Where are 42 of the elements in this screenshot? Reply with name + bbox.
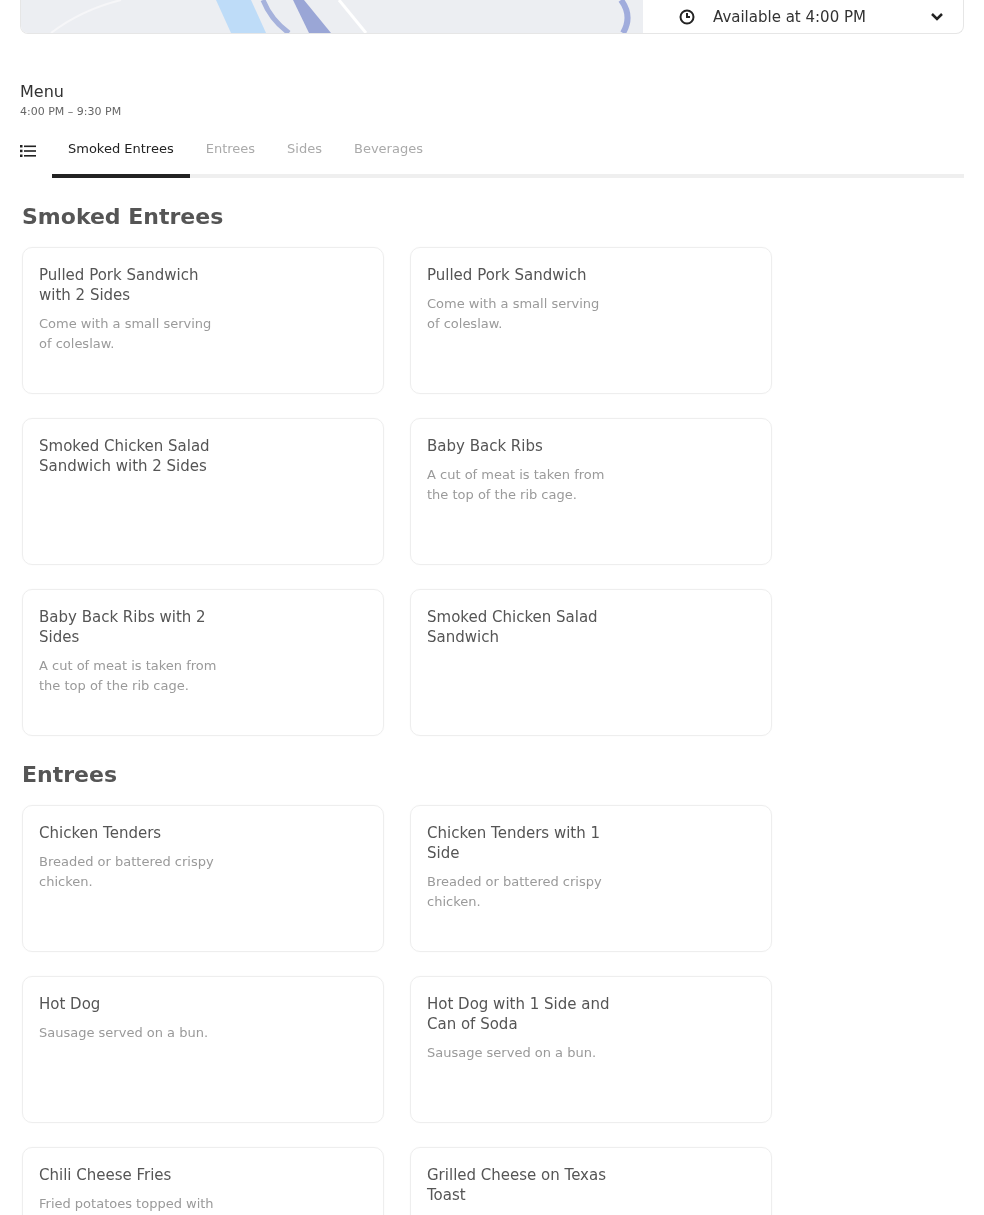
chevron-down-icon[interactable] [931, 12, 943, 21]
item-description: Breaded or battered crispy chicken. [427, 873, 603, 911]
item-name: Hot Dog [39, 994, 102, 1014]
item-description: Fried potatoes topped with [39, 1195, 215, 1213]
availability-text[interactable]: Available at 4:00 PM [713, 7, 913, 26]
menu-item-card[interactable]: Baby Back Ribs A cut of meat is taken from the top of the rib cage. [410, 418, 772, 565]
section-heading: Entrees [22, 762, 118, 787]
item-name: Chicken Tenders [39, 823, 163, 843]
menu-item-card[interactable]: Chicken Tenders with 1 Side Breaded or battered crispy chicken. [410, 805, 772, 952]
item-description: Come with a small serving of coleslaw. [39, 315, 213, 353]
item-description: A cut of meat is taken from the top of the rib cage. [39, 657, 218, 695]
menu-item-card[interactable]: Hot Dog with 1 Side and Can of Soda Sausage served on a bun. [410, 976, 772, 1123]
list-icon[interactable] [20, 145, 36, 157]
menu-item-card[interactable]: Pulled Pork Sandwich with 2 Sides Come with a small serving of coleslaw. [22, 247, 384, 394]
menu-item-card[interactable]: Baby Back Ribs with 2 Sides A cut of meat is taken from the top of the rib cage. [22, 589, 384, 736]
item-description: Breaded or battered crispy chicken. [39, 853, 215, 891]
item-name: Chicken Tenders with 1 Side [427, 823, 602, 863]
item-name: Grilled Cheese on Texas Toast [427, 1165, 607, 1205]
menu-item-card[interactable]: Smoked Chicken Salad Sandwich [410, 589, 772, 736]
item-description: Sausage served on a bun. [39, 1024, 210, 1042]
item-name: Smoked Chicken Salad Sandwich [427, 607, 599, 647]
item-description: Come with a small serving of coleslaw. [427, 295, 601, 333]
item-name: Smoked Chicken Salad Sandwich with 2 Sides [39, 436, 211, 476]
item-description: Sausage served on a bun. [427, 1044, 598, 1062]
item-name: Pulled Pork Sandwich with 2 Sides [39, 265, 200, 305]
menu-hours: 4:00 PM – 9:30 PM [20, 105, 123, 118]
menu-title: Menu [20, 82, 65, 101]
clock-icon [679, 8, 695, 25]
category-tab[interactable]: Smoked Entrees [52, 128, 190, 178]
item-name: Hot Dog with 1 Side and Can of Soda [427, 994, 611, 1034]
item-name: Baby Back Ribs [427, 436, 544, 456]
item-name: Pulled Pork Sandwich [427, 265, 588, 285]
section-heading: Smoked Entrees [22, 204, 225, 229]
menu-item-card[interactable]: Hot Dog Sausage served on a bun. [22, 976, 384, 1123]
menu-item-card[interactable]: Chili Cheese Fries Fried potatoes topped with [22, 1147, 384, 1215]
menu-item-card[interactable]: Smoked Chicken Salad Sandwich with 2 Sides [22, 418, 384, 565]
item-name: Chili Cheese Fries [39, 1165, 173, 1185]
menu-item-card[interactable]: Pulled Pork Sandwich Come with a small serving of coleslaw. [410, 247, 772, 394]
item-name: Baby Back Ribs with 2 Sides [39, 607, 207, 647]
menu-item-card[interactable]: Grilled Cheese on Texas Toast [410, 1147, 772, 1215]
item-description: A cut of meat is taken from the top of the rib cage. [427, 466, 606, 504]
menu-item-card[interactable]: Chicken Tenders Breaded or battered crispy chicken. [22, 805, 384, 952]
